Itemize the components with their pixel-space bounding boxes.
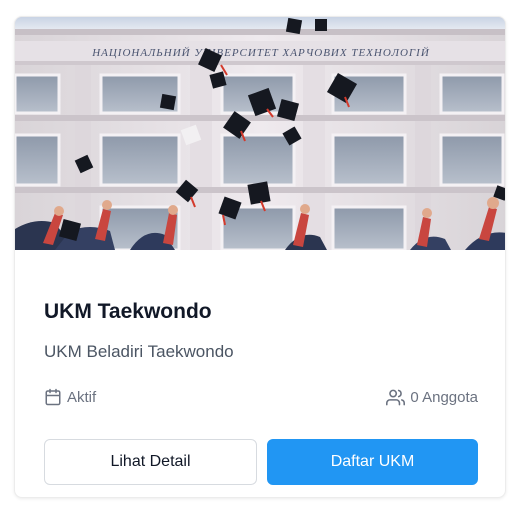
view-detail-button[interactable]: Lihat Detail — [44, 439, 257, 485]
ukm-title: UKM Taekwondo — [44, 300, 212, 323]
ukm-cover-image: НАЦІОНАЛЬНИЙ УНІВЕРСИТЕТ ХАРЧОВИХ ТЕХНОЛ… — [15, 17, 505, 250]
members-info: 0 Anggota — [386, 388, 478, 407]
ukm-card: НАЦІОНАЛЬНИЙ УНІВЕРСИТЕТ ХАРЧОВИХ ТЕХНОЛ… — [14, 16, 506, 498]
ukm-meta: Aktif 0 Anggota — [44, 388, 478, 408]
status-label: Aktif — [67, 388, 97, 406]
status-info: Aktif — [44, 388, 96, 406]
members-count: 0 Anggota — [410, 389, 478, 406]
join-ukm-button[interactable]: Daftar UKM — [267, 439, 478, 485]
ukm-description: UKM Beladiri Taekwondo — [44, 342, 234, 361]
building-banner-text: НАЦІОНАЛЬНИЙ УНІВЕРСИТЕТ ХАРЧОВИХ ТЕХНОЛ… — [91, 47, 430, 59]
users-icon — [386, 389, 406, 406]
calendar-icon — [45, 388, 61, 406]
